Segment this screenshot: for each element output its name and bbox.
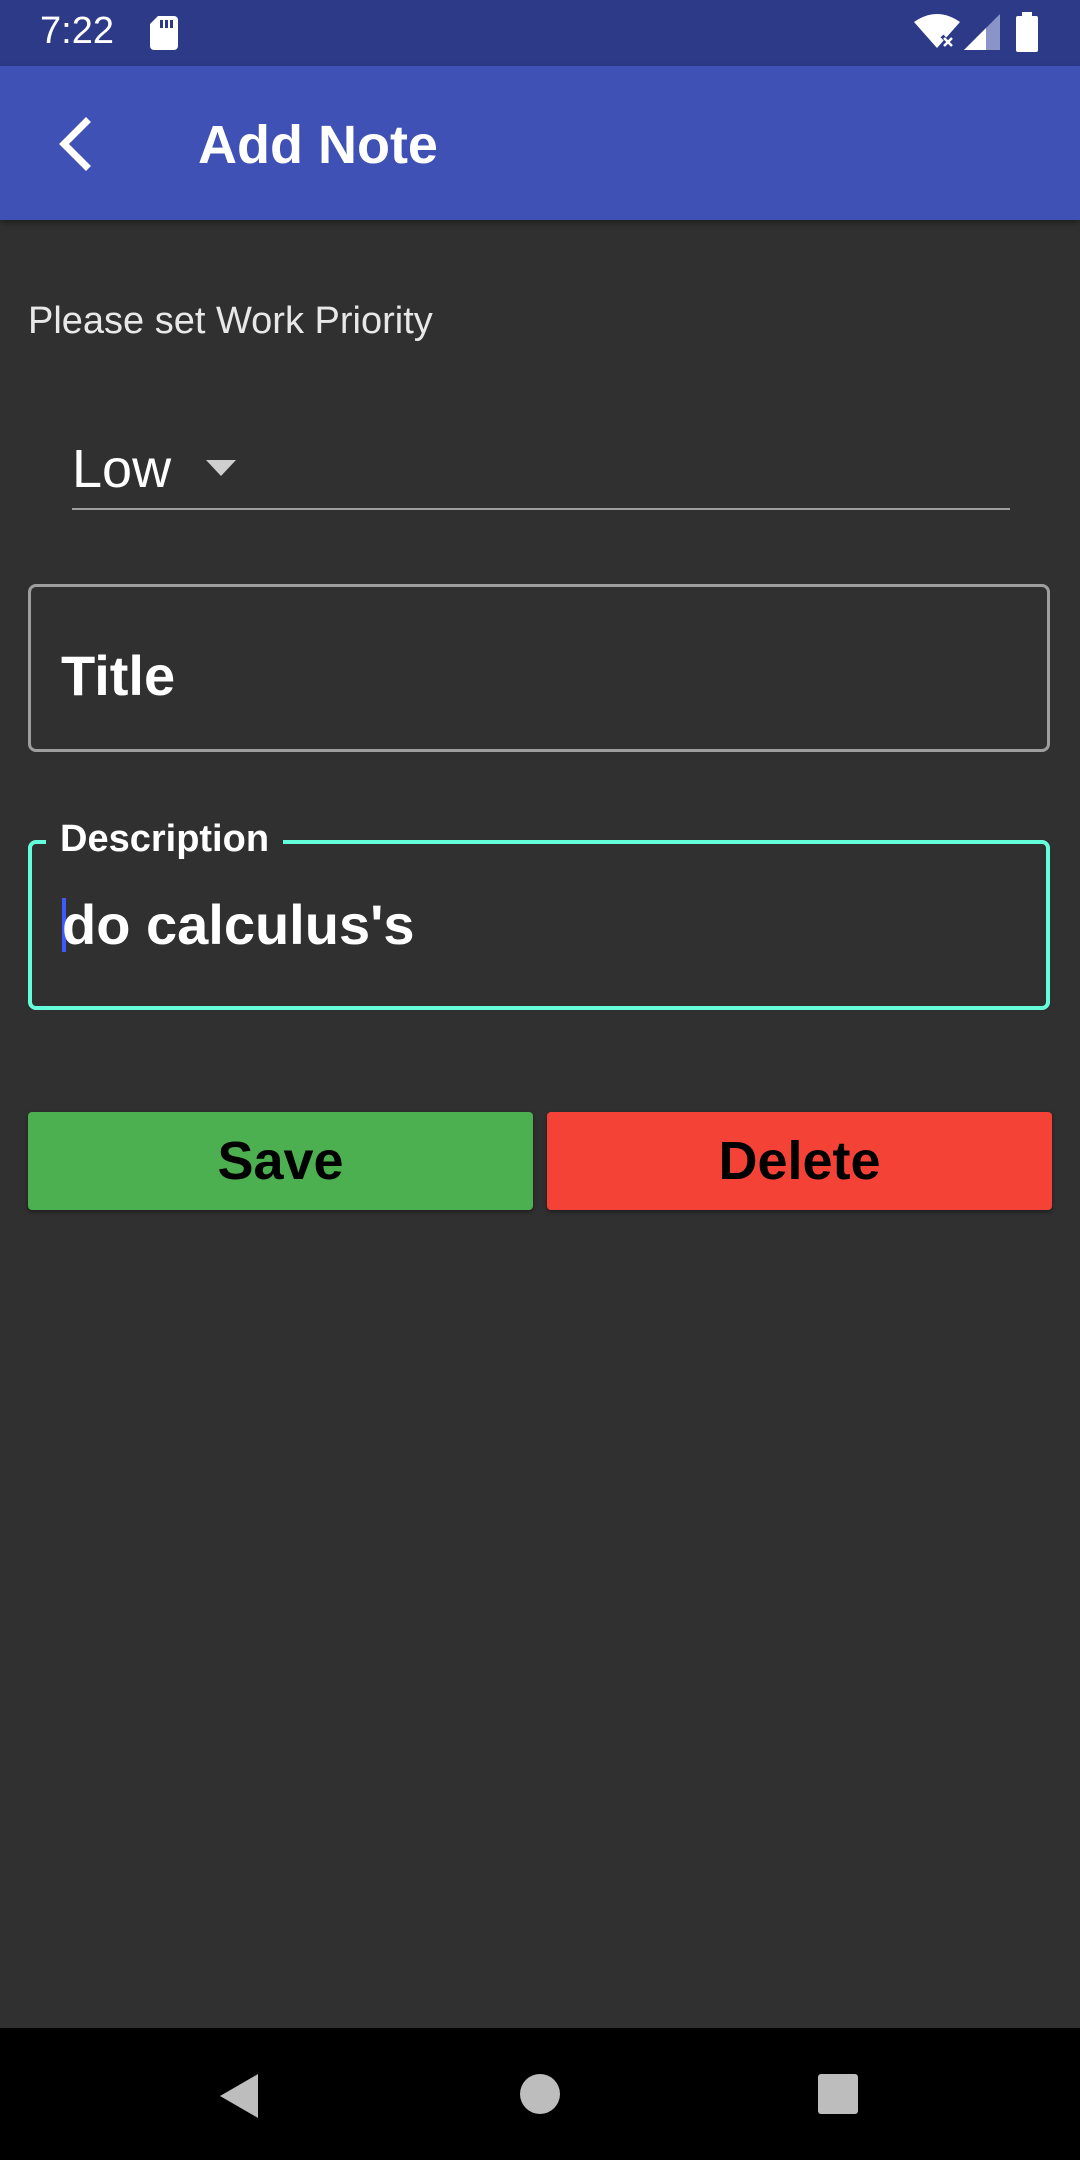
priority-dropdown[interactable]: Low [72,424,1010,510]
delete-button[interactable]: Delete [547,1112,1052,1210]
description-value: do calculus's [62,893,415,956]
battery-icon [1016,12,1038,52]
wifi-icon [914,14,960,50]
dropdown-arrow-icon [206,460,236,476]
signal-icon [964,14,1000,50]
status-bar: 7:22 [0,0,1080,66]
status-time: 7:22 [40,10,114,52]
navigation-bar [0,2028,1080,2160]
description-label: Description [46,818,284,861]
sd-card-icon [150,16,178,50]
priority-label: Please set Work Priority [28,300,433,342]
page-title: Add Note [198,115,438,175]
title-placeholder: Title [61,644,176,707]
description-field[interactable]: Description do calculus's [28,818,1050,1010]
app-bar: Add Note [0,66,1080,220]
back-button[interactable] [40,106,116,182]
nav-recents-icon[interactable] [818,2074,858,2114]
save-button[interactable]: Save [28,1112,533,1210]
nav-home-icon[interactable] [520,2074,560,2114]
priority-selected-value: Low [72,439,172,499]
nav-back-icon[interactable] [218,2072,262,2120]
title-field[interactable]: Title [28,584,1050,752]
